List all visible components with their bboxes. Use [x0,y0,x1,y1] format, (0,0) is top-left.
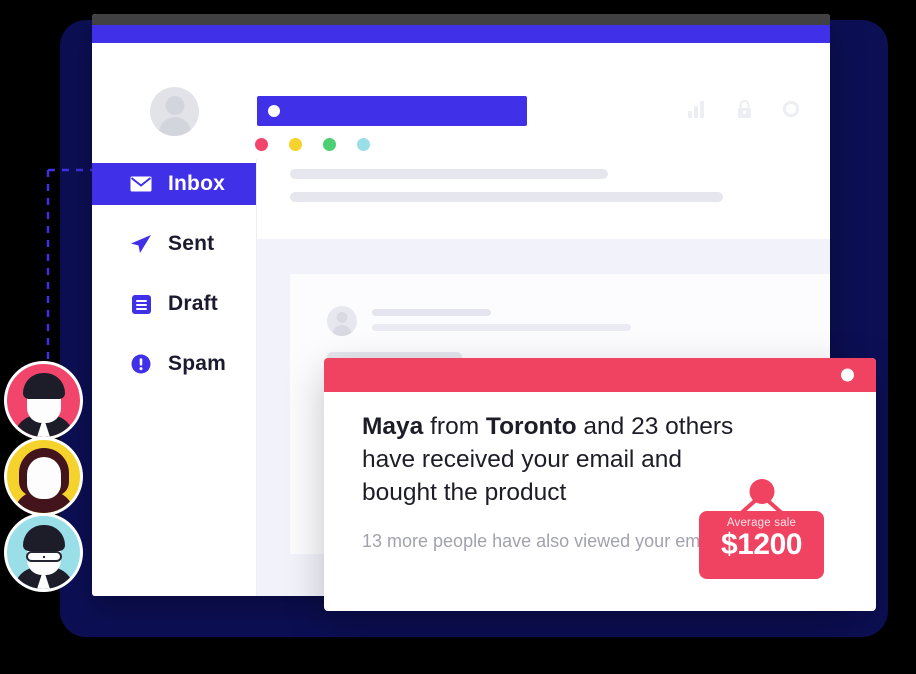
skeleton-row [290,169,608,179]
notification-title-mid1: from [423,413,486,440]
screenshot-stage: Inbox Sent Draft Spam Maya from Toronto … [0,0,916,674]
dot-blue[interactable] [357,138,370,151]
sidebar: Inbox Sent Draft Spam [92,159,257,596]
avatar [150,87,199,136]
skeleton-row [372,324,631,331]
app-header [92,43,830,159]
header-icon-group [687,99,800,119]
status-dot-row [255,138,370,151]
skeleton-row [372,309,491,316]
avatar-head-shape [336,312,348,323]
sidebar-item-inbox[interactable]: Inbox [92,163,256,205]
tag-knob-shape [749,479,774,504]
settings-circle-icon[interactable] [782,100,800,118]
sidebar-item-label: Draft [168,292,219,315]
dot-red[interactable] [255,138,268,151]
avatar-head-shape [165,96,184,115]
window-titlebar [92,14,830,25]
avatar-body-shape [332,325,352,336]
avatar-body-shape [158,117,191,136]
document-lines-icon [130,294,152,314]
sidebar-item-draft[interactable]: Draft [92,283,256,325]
envelope-icon [130,176,152,192]
search-input[interactable] [257,96,527,126]
notification-header [324,358,876,392]
avatar-third[interactable] [4,513,83,592]
search-icon [268,105,280,117]
paper-plane-icon [130,234,152,254]
skeleton-row [290,192,723,202]
avatar-face-shape [26,457,61,499]
window-accent-bar [92,25,830,43]
glasses-icon [25,551,62,562]
sidebar-item-sent[interactable]: Sent [92,223,256,265]
avatar [327,306,357,336]
tag-box: Average sale $1200 [699,511,824,579]
notification-status-dot[interactable] [841,368,854,382]
sidebar-item-label: Inbox [168,172,225,195]
sidebar-item-spam[interactable]: Spam [92,343,256,385]
notification-card[interactable]: Maya from Toronto and 23 others have rec… [324,358,876,611]
avatar-hair-shape [22,525,65,551]
exclamation-circle-icon [130,354,152,374]
sidebar-item-label: Sent [168,232,215,255]
lock-icon[interactable] [736,99,753,119]
avatar-second[interactable] [4,437,83,516]
avatar-stack [4,361,83,592]
bar-chart-icon[interactable] [687,100,707,118]
notification-city-name: Toronto [485,413,577,440]
avatar-maya[interactable] [4,361,83,440]
dot-yellow[interactable] [289,138,302,151]
dot-green[interactable] [323,138,336,151]
tag-value: $1200 [721,528,802,561]
avatar-hair-shape [22,373,65,399]
notification-person-name: Maya [362,413,424,440]
price-tag-badge: Average sale $1200 [699,479,824,579]
sidebar-item-label: Spam [168,352,226,375]
